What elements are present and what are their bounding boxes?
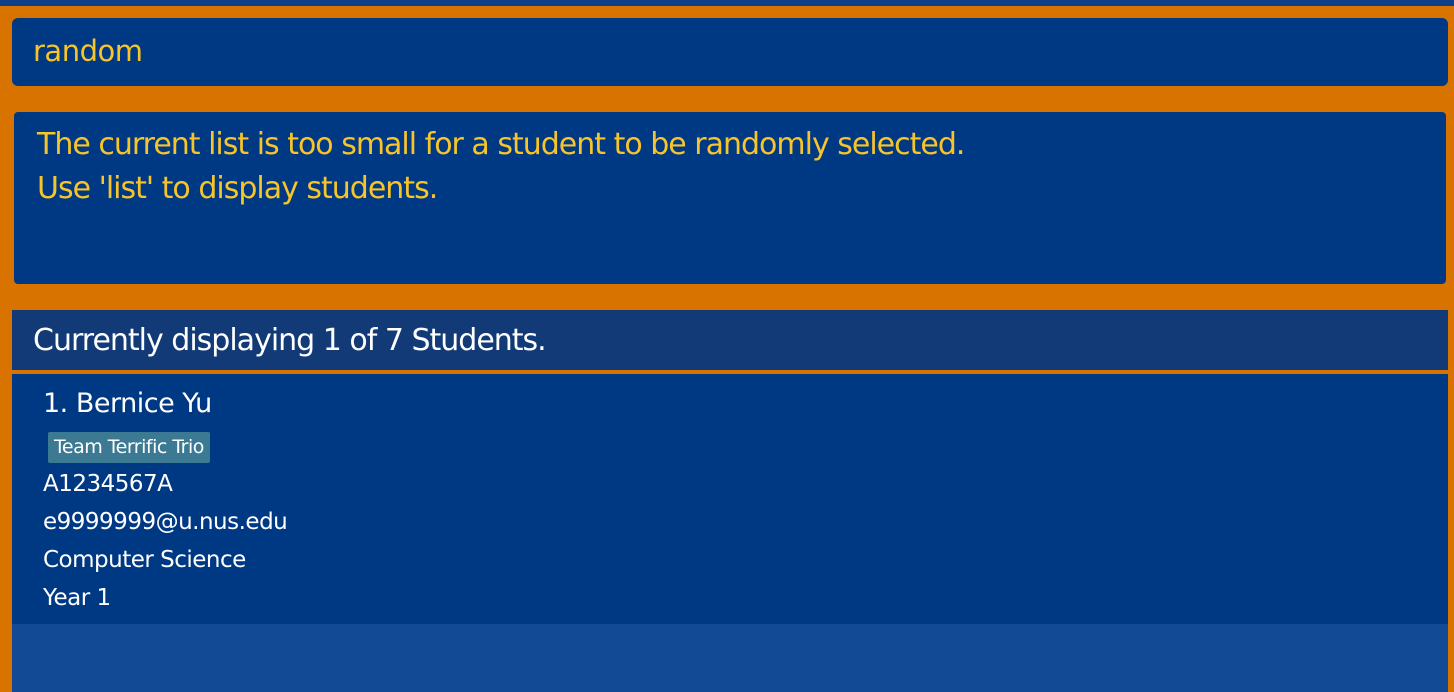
student-id: A1234567A [43,471,173,497]
result-message-line-2: Use 'list' to display students. [37,171,438,206]
window-top-strip [0,0,1454,6]
result-display: The current list is too small for a stud… [14,112,1446,284]
student-list-panel: Currently displaying 1 of 7 Students. 1.… [12,310,1448,692]
student-name: Bernice Yu [75,388,212,419]
list-count-label: Currently displaying 1 of 7 Students. [33,322,547,358]
list-header: Currently displaying 1 of 7 Students. [12,310,1448,374]
student-email: e9999999@u.nus.edu [43,509,288,535]
command-box [12,18,1448,86]
group-tag: Team Terrific Trio [48,432,210,463]
command-input[interactable] [33,34,1427,68]
student-year: Year 1 [43,585,111,611]
student-card[interactable]: 1. Bernice Yu Team Terrific Trio A123456… [12,374,1448,624]
student-name-row: 1. Bernice Yu [43,386,1448,422]
result-message-line-1: The current list is too small for a stud… [37,127,965,162]
student-index: 1. [43,388,68,419]
student-major: Computer Science [43,547,246,573]
